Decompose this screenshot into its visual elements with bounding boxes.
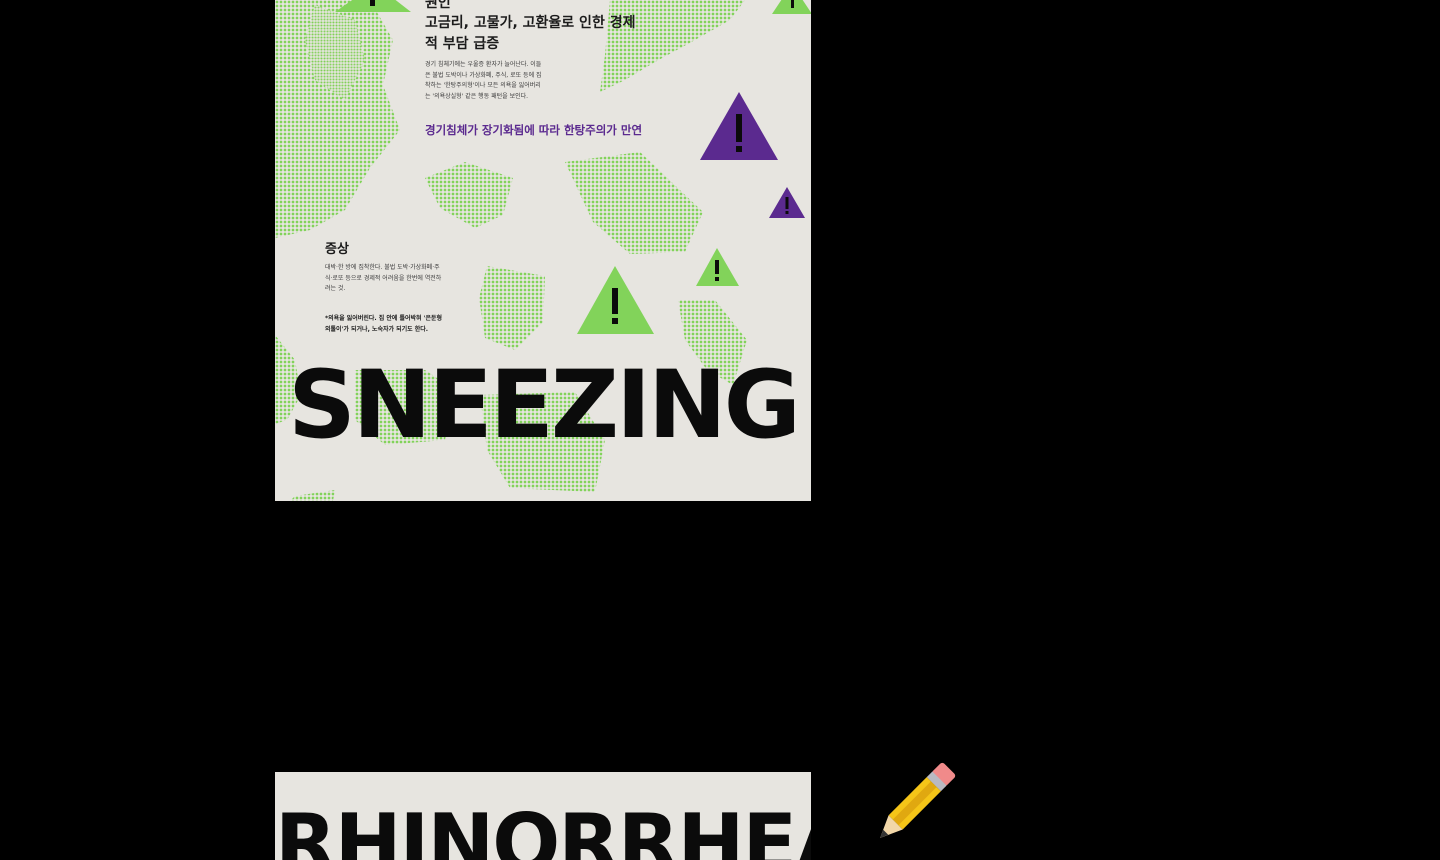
poster-sneezing: 원인 고금리, 고물가, 고환율로 인한 경제적 부담 급증 경기 침체기에는 … <box>275 0 811 501</box>
symptom-note: *의욕을 잃어버린다. 집 안에 틀어박혀 '은둔형 외톨이'가 되거나, 노숙… <box>325 315 443 333</box>
cause-highlight: 경기침체가 장기화됨에 따라 한탕주의가 만연 <box>425 123 643 137</box>
pencil-icon[interactable] <box>868 758 960 850</box>
warning-triangle-icon <box>696 248 739 286</box>
cause-title: 고금리, 고물가, 고환율로 인한 경제적 부담 급증 <box>425 15 636 52</box>
poster-title-sneezing: SNEEZING <box>288 351 801 460</box>
leaf-shape <box>565 152 703 254</box>
warning-triangle-icon <box>577 266 654 334</box>
poster-title-rhinorrhea: RHINORRHEA <box>275 797 811 860</box>
warning-triangle-icon <box>769 187 805 218</box>
cause-body: 경기 침체기에는 우울증 환자가 늘어난다. 이들은 불법 도박이나 가상화폐,… <box>425 61 542 100</box>
symptom-heading: 증상 <box>325 242 349 257</box>
symptom-body: 대박·한 방에 집착한다. 불법 도박·가상화폐·주식·로또 등으로 경제적 어… <box>325 264 442 292</box>
leaf-shape <box>479 266 545 350</box>
leaf-shape <box>290 490 335 501</box>
poster-rhinorrhea: RHINORRHEA <box>275 772 811 860</box>
warning-triangle-icon <box>772 0 811 14</box>
leaf-shape <box>425 162 513 228</box>
warning-triangle-icon <box>700 92 778 160</box>
cause-heading: 원인 <box>425 0 451 11</box>
